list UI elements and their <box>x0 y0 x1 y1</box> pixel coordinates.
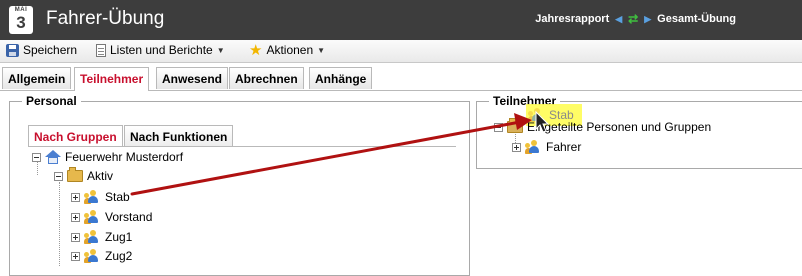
drag-arrow <box>130 110 550 196</box>
